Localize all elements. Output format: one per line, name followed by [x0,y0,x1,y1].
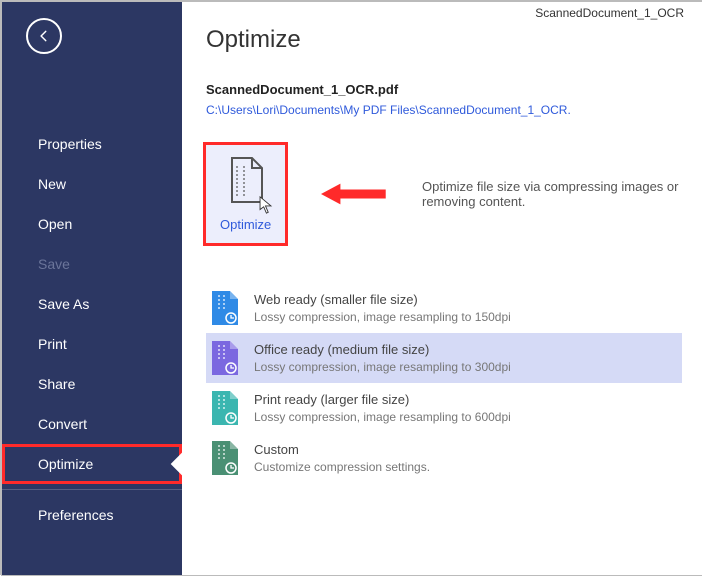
document-name-label: ScannedDocument_1_OCR [535,6,684,20]
sidebar: PropertiesNewOpenSaveSave AsPrintShareCo… [2,2,182,575]
optimize-button[interactable]: Optimize [206,145,285,243]
optimize-description: Optimize file size via compressing image… [422,179,682,209]
preset-print[interactable]: Print ready (larger file size)Lossy comp… [206,383,682,433]
optimize-button-label: Optimize [220,217,271,232]
sidebar-item-print[interactable]: Print [2,324,182,364]
preset-description: Lossy compression, image resampling to 6… [254,409,511,426]
preset-title: Office ready (medium file size) [254,341,511,359]
sidebar-item-preferences[interactable]: Preferences [2,495,182,535]
sidebar-item-open[interactable]: Open [2,204,182,244]
compress-file-icon [210,289,240,327]
sidebar-item-new[interactable]: New [2,164,182,204]
sidebar-item-convert[interactable]: Convert [2,404,182,444]
page-title: Optimize [206,26,682,54]
preset-title: Print ready (larger file size) [254,391,511,409]
preset-custom[interactable]: CustomCustomize compression settings. [206,433,682,483]
cursor-icon [258,195,273,215]
main-panel: ScannedDocument_1_OCR Optimize ScannedDo… [182,2,702,575]
sidebar-item-optimize[interactable]: Optimize [2,444,182,484]
preset-description: Customize compression settings. [254,459,430,476]
sidebar-item-share[interactable]: Share [2,364,182,404]
file-name: ScannedDocument_1_OCR.pdf [206,82,682,97]
sidebar-item-save-as[interactable]: Save As [2,284,182,324]
preset-title: Web ready (smaller file size) [254,291,511,309]
compress-file-icon [210,389,240,427]
compress-file-icon [210,439,240,477]
annotation-arrow-icon [321,179,386,209]
preset-web[interactable]: Web ready (smaller file size)Lossy compr… [206,283,682,333]
preset-title: Custom [254,441,430,459]
file-path[interactable]: C:\Users\Lori\Documents\My PDF Files\Sca… [206,103,682,117]
preset-list: Web ready (smaller file size)Lossy compr… [206,283,682,483]
sidebar-item-save: Save [2,244,182,284]
preset-description: Lossy compression, image resampling to 3… [254,359,511,376]
compress-file-icon [210,339,240,377]
chevron-left-icon [37,29,51,43]
preset-office[interactable]: Office ready (medium file size)Lossy com… [206,333,682,383]
preset-description: Lossy compression, image resampling to 1… [254,309,511,326]
back-button[interactable] [26,18,62,54]
sidebar-item-properties[interactable]: Properties [2,124,182,164]
